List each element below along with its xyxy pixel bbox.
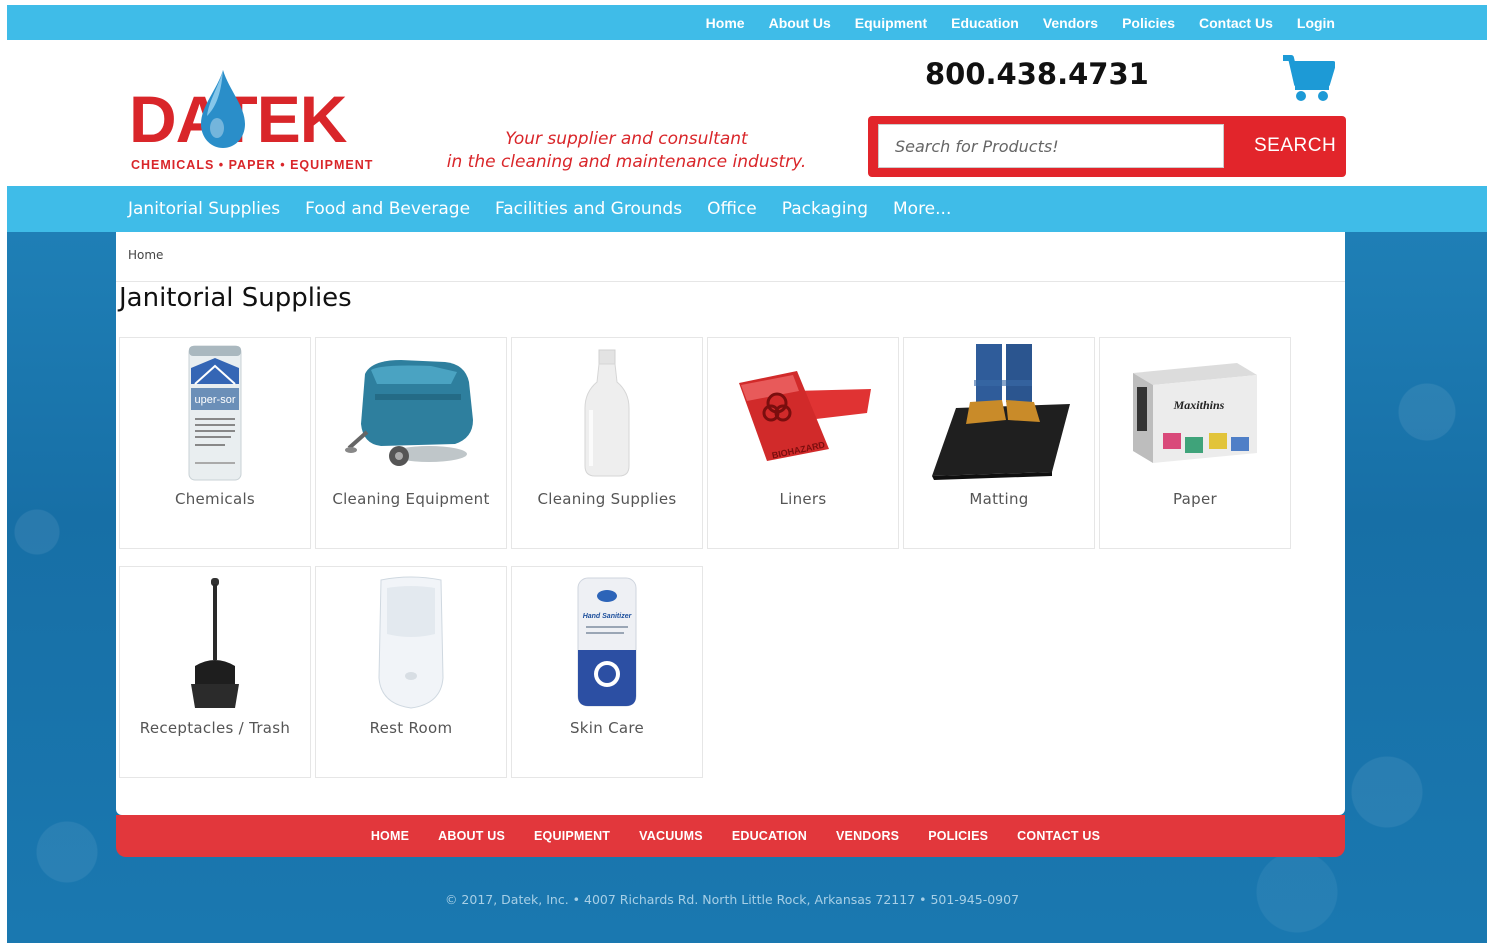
topnav-login[interactable]: Login	[1297, 15, 1335, 31]
cleaning-equipment-image	[316, 342, 506, 484]
breadcrumb-divider	[116, 281, 1345, 282]
footnav-equipment[interactable]: EQUIPMENT	[534, 829, 610, 843]
liners-image: BIOHAZARD	[708, 342, 898, 484]
logo-subtitle: CHEMICALS • PAPER • EQUIPMENT	[131, 158, 374, 172]
footnav-vendors[interactable]: VENDORS	[836, 829, 899, 843]
water-drop-icon	[201, 70, 245, 148]
phone-number[interactable]: 800.438.4731	[925, 57, 1149, 91]
footer-nav: HOME ABOUT US EQUIPMENT VACUUMS EDUCATIO…	[116, 815, 1345, 857]
category-card-cleaning-supplies[interactable]: Cleaning Supplies	[511, 337, 703, 549]
sanitizer-label-text: Hand Sanitizer	[583, 613, 633, 620]
chemicals-can-text: uper-sor	[195, 394, 236, 406]
topnav-vendors[interactable]: Vendors	[1043, 15, 1098, 31]
category-card-rest-room[interactable]: Rest Room	[315, 566, 507, 778]
tagline-line-2: in the cleaning and maintenance industry…	[446, 152, 807, 172]
search-input[interactable]	[878, 124, 1224, 168]
search-box: SEARCH	[868, 116, 1346, 177]
topnav-contact-us[interactable]: Contact Us	[1199, 15, 1273, 31]
category-card-chemicals[interactable]: uper-sor Chemicals	[119, 337, 311, 549]
matting-image	[904, 338, 1094, 486]
mainnav-packaging[interactable]: Packaging	[782, 199, 868, 219]
category-label: Cleaning Supplies	[537, 490, 677, 508]
header-tagline: Your supplier and consultant in the clea…	[439, 128, 814, 174]
mainnav-janitorial-supplies[interactable]: Janitorial Supplies	[128, 199, 280, 219]
footnav-policies[interactable]: POLICIES	[928, 829, 988, 843]
category-card-receptacles-trash[interactable]: Receptacles / Trash	[119, 566, 311, 778]
category-label: Skin Care	[569, 719, 645, 737]
footnav-contact-us[interactable]: CONTACT US	[1017, 829, 1100, 843]
category-card-matting[interactable]: Matting	[903, 337, 1095, 549]
category-card-paper[interactable]: Maxithins Paper	[1099, 337, 1291, 549]
breadcrumb-home[interactable]: Home	[128, 248, 163, 262]
topnav-education[interactable]: Education	[951, 15, 1019, 31]
category-label: Rest Room	[369, 719, 453, 737]
category-label: Liners	[779, 490, 827, 508]
main-nav: Janitorial Supplies Food and Beverage Fa…	[7, 186, 1487, 232]
category-card-skin-care[interactable]: Hand Sanitizer Skin Care	[511, 566, 703, 778]
topnav-about-us[interactable]: About Us	[769, 15, 831, 31]
mainnav-food-and-beverage[interactable]: Food and Beverage	[305, 199, 470, 219]
topnav-equipment[interactable]: Equipment	[855, 15, 927, 31]
category-label: Chemicals	[174, 490, 256, 508]
site-header: DATEK CHEMICALS • PAPER • EQUIPMENT Your…	[7, 40, 1487, 186]
category-card-liners[interactable]: BIOHAZARD Liners	[707, 337, 899, 549]
footer-nav-bar: HOME ABOUT US EQUIPMENT VACUUMS EDUCATIO…	[116, 815, 1345, 857]
page-frame: Home About Us Equipment Education Vendor…	[7, 5, 1487, 943]
category-label: Paper	[1173, 490, 1217, 508]
category-label: Matting	[969, 490, 1029, 508]
topnav-home[interactable]: Home	[706, 15, 745, 31]
cleaning-supplies-image	[512, 342, 702, 484]
rest-room-image	[316, 571, 506, 713]
mainnav-office[interactable]: Office	[707, 199, 757, 219]
skin-care-image: Hand Sanitizer	[512, 571, 702, 713]
topnav-policies[interactable]: Policies	[1122, 15, 1175, 31]
category-label: Receptacles / Trash	[139, 719, 291, 737]
category-label: Cleaning Equipment	[332, 490, 490, 508]
search-button[interactable]: SEARCH	[1234, 124, 1344, 168]
paper-image: Maxithins	[1100, 342, 1290, 484]
tagline-line-1: Your supplier and consultant	[505, 129, 748, 149]
mainnav-facilities-and-grounds[interactable]: Facilities and Grounds	[495, 199, 682, 219]
shopping-cart-icon[interactable]	[1281, 54, 1335, 102]
receptacles-trash-image	[120, 571, 310, 713]
category-card-cleaning-equipment[interactable]: Cleaning Equipment	[315, 337, 507, 549]
copyright-text: © 2017, Datek, Inc. • 4007 Richards Rd. …	[444, 892, 1020, 907]
footnav-education[interactable]: EDUCATION	[732, 829, 807, 843]
footnav-home[interactable]: HOME	[371, 829, 409, 843]
footnav-vacuums[interactable]: VACUUMS	[639, 829, 703, 843]
top-nav: Home About Us Equipment Education Vendor…	[706, 5, 1335, 40]
main-nav-items: Janitorial Supplies Food and Beverage Fa…	[128, 186, 951, 232]
chemicals-image: uper-sor	[120, 342, 310, 484]
datek-logo[interactable]: DATEK CHEMICALS • PAPER • EQUIPMENT	[129, 70, 374, 184]
mainnav-more[interactable]: More...	[893, 199, 951, 219]
top-utility-bar: Home About Us Equipment Education Vendor…	[7, 5, 1487, 40]
footnav-about-us[interactable]: ABOUT US	[438, 829, 505, 843]
content-panel: Home Janitorial Supplies uper-sor Chemic…	[116, 232, 1345, 815]
paper-brand-text: Maxithins	[1173, 398, 1225, 412]
page-title: Janitorial Supplies	[119, 283, 352, 313]
